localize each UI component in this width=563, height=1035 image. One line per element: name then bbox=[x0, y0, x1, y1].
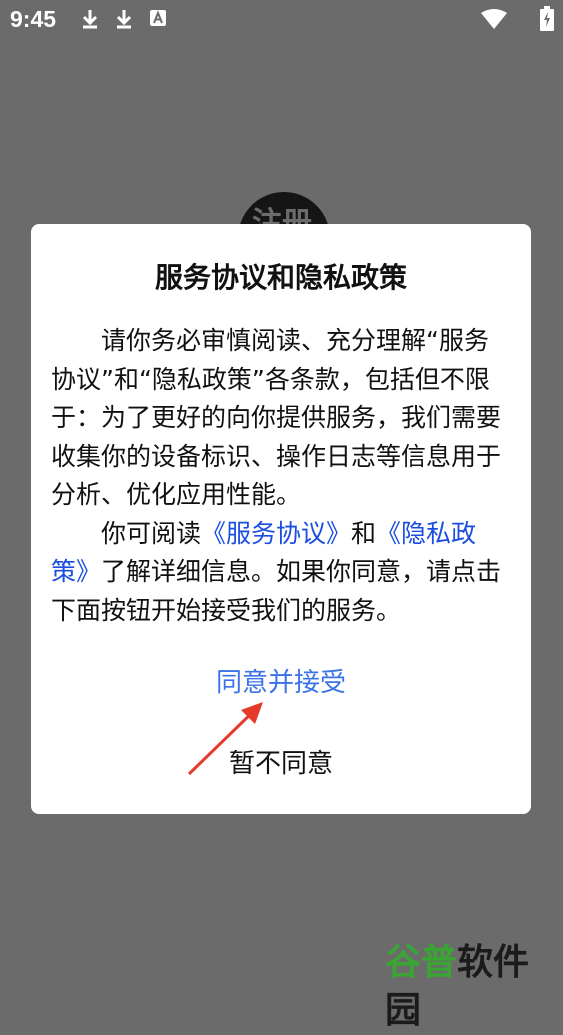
service-agreement-link[interactable]: 《服务协议》 bbox=[201, 519, 351, 548]
download-icon bbox=[82, 10, 98, 29]
status-time: 9:45 bbox=[10, 6, 57, 32]
privacy-dialog: 服务协议和隐私政策 请你务必审慎阅读、充分理解“服务协议”和“隐私政策”各条款，… bbox=[31, 224, 531, 814]
app-notification-icon bbox=[150, 10, 166, 26]
download-icon bbox=[116, 10, 132, 29]
dialog-body: 请你务必审慎阅读、充分理解“服务协议”和“隐私政策”各条款，包括但不限于：为了更… bbox=[51, 322, 513, 630]
watermark-text-green: 谷普 bbox=[385, 942, 458, 983]
wifi-icon bbox=[481, 9, 507, 29]
decline-button[interactable]: 暂不同意 bbox=[31, 743, 531, 780]
accept-button[interactable]: 同意并接受 bbox=[31, 662, 531, 699]
watermark-logo: 谷普软件园 bbox=[385, 939, 555, 1031]
battery-charging-icon bbox=[540, 6, 554, 31]
dialog-paragraph-1: 请你务必审慎阅读、充分理解“服务协议”和“隐私政策”各条款，包括但不限于：为了更… bbox=[51, 326, 502, 509]
paragraph2-and: 和 bbox=[351, 518, 377, 548]
dialog-title: 服务协议和隐私政策 bbox=[154, 261, 407, 294]
status-bar: 9:45 bbox=[0, 0, 563, 38]
paragraph2-prefix: 你可阅读 bbox=[101, 518, 202, 548]
paragraph2-suffix: 了解详细信息。如果你同意，请点击下面按钮开始接受我们的服务。 bbox=[51, 557, 502, 625]
dialog-paragraph-2: 你可阅读《服务协议》和《隐私政策》了解详细信息。如果你同意，请点击下面按钮开始接… bbox=[51, 515, 513, 631]
